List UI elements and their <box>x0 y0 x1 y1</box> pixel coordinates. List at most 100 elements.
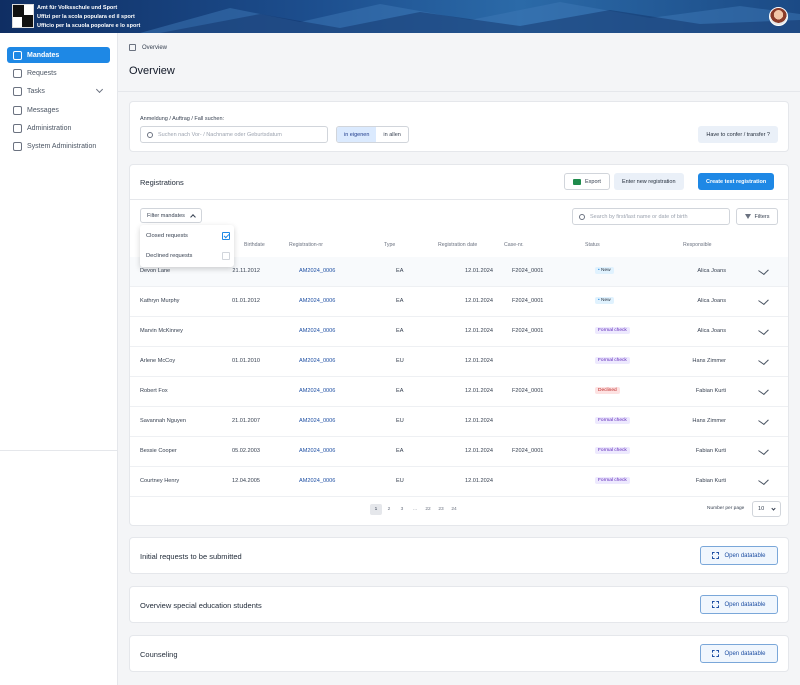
sidebar-item-system-administration[interactable]: System Administration <box>7 138 110 154</box>
declined-requests-checkbox[interactable] <box>222 252 230 260</box>
table-row[interactable]: Marvin McKinney AM2024_0006 EA 12.01.2024 F2… <box>130 317 788 347</box>
search-input[interactable]: Suchen nach Vor- / Nachname oder Geburts… <box>140 126 328 143</box>
sidebar-item-label: System Administration <box>27 142 97 150</box>
edit-pencil-icon[interactable] <box>758 415 769 426</box>
export-label: Export <box>585 178 601 185</box>
cell-registration-nr[interactable]: AM2024_0006 <box>299 328 335 334</box>
user-icon <box>13 123 22 133</box>
cell-responsible: Fabian Kurti <box>695 478 726 484</box>
table-row[interactable]: Courtney Henry 12.04.2005 AM2024_0006 EU 12.… <box>130 467 788 497</box>
open-datatable-label: Open datatable <box>724 601 766 608</box>
sidebar-item-messages[interactable]: Messages <box>7 102 110 118</box>
page-link[interactable]: 23 <box>435 504 447 515</box>
cell-name: Robert Fox <box>140 388 168 394</box>
dropdown-item-declined-requests[interactable]: Declined requests <box>146 249 230 263</box>
dropdown-item-closed-requests[interactable]: Closed requests <box>146 229 230 243</box>
cell-type: EA <box>396 298 404 304</box>
filter-mandates-button[interactable]: Filter mandates <box>140 208 202 223</box>
org-name-line: Amt für Volksschule und Sport <box>37 5 118 11</box>
column-header-registration-nr[interactable]: Registration-nr <box>289 242 323 248</box>
status-badge: Formal check <box>595 477 630 484</box>
filter-icon <box>744 214 751 219</box>
table-row[interactable]: Arlene McCoy 01.01.2010 AM2024_0006 EU 12.01… <box>130 347 788 377</box>
page-link[interactable]: 22 <box>422 504 434 515</box>
cell-registration-nr[interactable]: AM2024_0006 <box>299 268 335 274</box>
tasks-icon <box>13 86 22 96</box>
cell-name: Bessie Cooper <box>140 448 177 454</box>
cell-type: EU <box>396 358 404 364</box>
cell-birthdate: 01.01.2012 <box>232 298 260 304</box>
edit-pencil-icon[interactable] <box>758 445 769 456</box>
cell-birthdate: 21.01.2007 <box>232 418 260 424</box>
scope-all-button[interactable]: in allen <box>376 127 407 142</box>
cell-registration-nr[interactable]: AM2024_0006 <box>299 418 335 424</box>
table-row[interactable]: Robert Fox AM2024_0006 EA 12.01.2024 F2024_0… <box>130 377 788 407</box>
org-name-line: Ufficio per la scuola popolare e lo spor… <box>37 23 141 29</box>
cell-type: EA <box>396 328 404 334</box>
org-name: Amt für Volksschule und Sport Uffizi per… <box>37 4 140 31</box>
cell-registration-date: 12.01.2024 <box>465 298 493 304</box>
filter-mandates-dropdown: Closed requests Declined requests <box>140 225 234 267</box>
column-header-responsible[interactable]: Responsible <box>683 242 712 248</box>
filters-button[interactable]: Filters <box>736 208 778 225</box>
table-row[interactable]: Bessie Cooper 05.02.2003 AM2024_0006 EA 12.0… <box>130 437 788 467</box>
open-datatable-button[interactable]: Open datatable <box>700 644 778 663</box>
cell-responsible: Hans Zimmer <box>692 358 726 364</box>
edit-pencil-icon[interactable] <box>758 325 769 336</box>
status-badge: Formal check <box>595 327 630 334</box>
section-title: Overview special education students <box>140 601 262 610</box>
cell-registration-date: 12.01.2024 <box>465 478 493 484</box>
cell-birthdate: 05.02.2003 <box>232 448 260 454</box>
column-header-birthdate[interactable]: Birthdate <box>244 242 265 248</box>
sidebar-item-mandates[interactable]: Mandates <box>7 47 110 63</box>
search-placeholder: Suchen nach Vor- / Nachname oder Geburts… <box>158 131 282 138</box>
column-header-case-nr[interactable]: Case-nr. <box>504 242 524 248</box>
registration-search-input[interactable]: Search by first/last name or date of bir… <box>572 208 730 225</box>
column-header-status[interactable]: Status <box>585 242 600 248</box>
closed-requests-checkbox[interactable] <box>222 232 230 240</box>
open-datatable-button[interactable]: Open datatable <box>700 546 778 565</box>
sidebar-item-administration[interactable]: Administration <box>7 120 110 136</box>
confer-transfer-button[interactable]: Have to confer / transfer ? <box>698 126 778 143</box>
cell-responsible: Alica Joans <box>697 328 726 334</box>
cell-type: EA <box>396 388 404 394</box>
column-header-registration-date[interactable]: Registration date <box>438 242 477 248</box>
edit-pencil-icon[interactable] <box>758 265 769 276</box>
export-button[interactable]: Export <box>564 173 610 190</box>
cell-registration-nr[interactable]: AM2024_0006 <box>299 358 335 364</box>
page-link[interactable]: 1 <box>370 504 382 515</box>
cell-responsible: Fabian Kurti <box>695 388 726 394</box>
status-badge: Formal check <box>595 417 630 424</box>
edit-pencil-icon[interactable] <box>758 355 769 366</box>
page-link: ... <box>413 507 417 512</box>
sidebar-item-label: Messages <box>27 106 59 114</box>
page-link[interactable]: 24 <box>448 504 460 515</box>
edit-pencil-icon[interactable] <box>758 475 769 486</box>
cell-registration-nr[interactable]: AM2024_0006 <box>299 478 335 484</box>
breadcrumb-current[interactable]: Overview <box>142 45 167 51</box>
edit-pencil-icon[interactable] <box>758 385 769 396</box>
cell-registration-date: 12.01.2024 <box>465 268 493 274</box>
edit-pencil-icon[interactable] <box>758 295 769 306</box>
cell-registration-nr[interactable]: AM2024_0006 <box>299 448 335 454</box>
building-icon <box>13 141 22 151</box>
column-header-type[interactable]: Type <box>384 242 395 248</box>
per-page-select[interactable]: 10 <box>752 501 781 517</box>
table-row[interactable]: Kathryn Murphy 01.01.2012 AM2024_0006 EA 12.… <box>130 287 788 317</box>
open-datatable-button[interactable]: Open datatable <box>700 595 778 614</box>
page-link[interactable]: 3 <box>396 504 408 515</box>
cell-registration-nr[interactable]: AM2024_0006 <box>299 298 335 304</box>
brand[interactable]: Amt für Volksschule und Sport Uffizi per… <box>12 4 140 31</box>
user-avatar[interactable] <box>769 7 788 26</box>
sidebar-item-requests[interactable]: Requests <box>7 65 110 81</box>
sidebar-item-tasks[interactable]: Tasks <box>7 83 110 99</box>
enter-registration-button[interactable]: Enter new registration <box>614 173 684 190</box>
cell-responsible: Alica Joans <box>697 298 726 304</box>
table-row[interactable]: Savannah Nguyen 21.01.2007 AM2024_0006 EU 12… <box>130 407 788 437</box>
page-link[interactable]: 2 <box>383 504 395 515</box>
cell-type: EU <box>396 418 404 424</box>
create-test-registration-button[interactable]: Create test registration <box>698 173 775 190</box>
scope-own-button[interactable]: in eigenen <box>337 127 377 142</box>
cell-registration-nr[interactable]: AM2024_0006 <box>299 388 335 394</box>
cell-case-nr: F2024_0001 <box>512 268 544 274</box>
